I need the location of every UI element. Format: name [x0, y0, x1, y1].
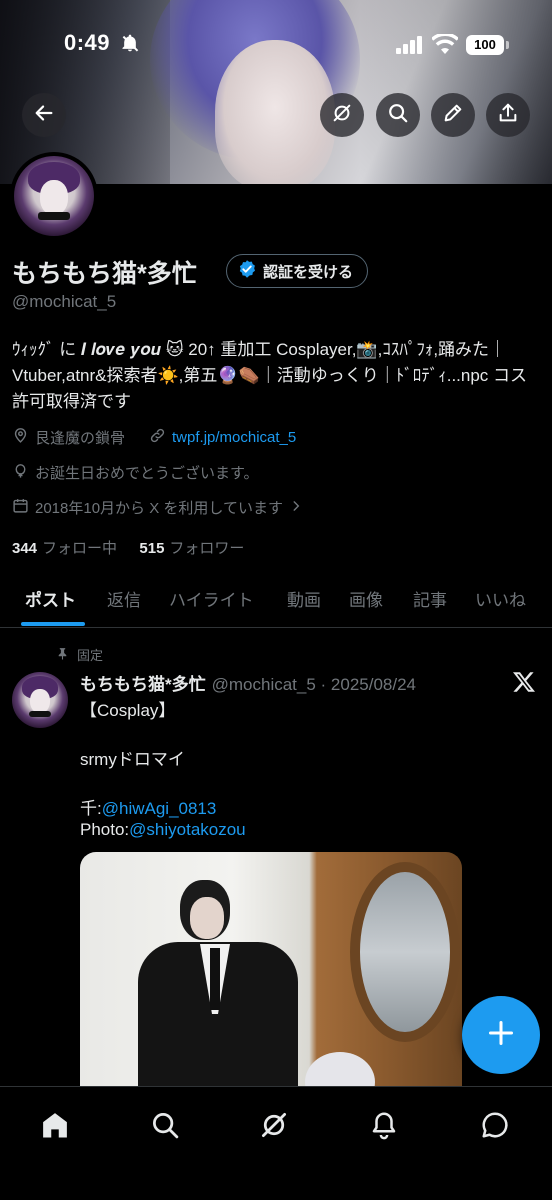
followers-count: 515: [139, 540, 165, 557]
back-button[interactable]: [22, 93, 66, 137]
mention-link[interactable]: @hiwAgi_0813: [102, 799, 217, 818]
post-author-meta: @mochicat_5 · 2025/08/24: [211, 675, 417, 694]
location-pin-icon: [12, 427, 29, 448]
bell-slash-icon: [120, 33, 140, 58]
nav-search[interactable]: [143, 1105, 187, 1149]
post-author-avatar[interactable]: [12, 672, 68, 728]
grok-icon: [259, 1110, 289, 1145]
post-credit-line: 千:@hiwAgi_0813: [80, 794, 216, 819]
grok-icon: [331, 102, 353, 129]
status-bar: 0:49 100: [0, 0, 552, 90]
mention-link[interactable]: @shiyotakozou: [129, 820, 246, 839]
nav-messages[interactable]: [473, 1105, 517, 1149]
compose-post-button[interactable]: [462, 996, 540, 1074]
profile-bio: ｳｨｯｸﾞ に 𝑰 𝒍𝒐𝒗𝒆 𝒚𝒐𝒖 🐱 20↑ 重加工 Cosplayer,📸…: [12, 340, 528, 411]
grok-button[interactable]: [320, 93, 364, 137]
plus-icon: [487, 1019, 515, 1052]
profile-birthday: お誕生日おめでとうございます。: [35, 465, 259, 482]
post-text-line: srmyドロマイ: [80, 750, 185, 769]
display-name: もちもち猫*多忙: [12, 260, 197, 288]
tab-likes[interactable]: いいね: [475, 586, 526, 611]
profile-avatar[interactable]: [10, 152, 98, 240]
profile-meta-birthday: お誕生日おめでとうございます。: [12, 462, 259, 483]
x-logo-icon: [512, 670, 536, 699]
pin-icon: [56, 647, 69, 663]
edit-pencil-icon: [442, 102, 464, 129]
bottom-navigation: [0, 1086, 552, 1200]
tab-videos[interactable]: 動画: [287, 586, 321, 611]
wifi-icon: [431, 32, 459, 59]
post-credit-line: Photo:@shiyotakozou: [80, 820, 246, 840]
pinned-label: 固定: [77, 648, 104, 663]
cellular-signal-icon: [396, 36, 424, 59]
share-icon: [497, 102, 519, 129]
profile-location: 艮逢魔の鎖骨: [35, 430, 126, 447]
post-media-image[interactable]: [80, 852, 462, 1102]
active-tab-indicator: [21, 622, 85, 626]
followers-link[interactable]: 515 フォロワー: [139, 540, 244, 557]
tab-highlights[interactable]: ハイライト: [169, 586, 254, 611]
share-button[interactable]: [486, 93, 530, 137]
following-label: フォロー中: [42, 540, 118, 557]
following-link[interactable]: 344 フォロー中: [12, 540, 117, 557]
nav-home[interactable]: [33, 1105, 77, 1149]
follow-stats: 344 フォロー中 515 フォロワー: [12, 537, 244, 558]
profile-meta-location-website: 艮逢魔の鎖骨 twpf.jp/mochicat_5: [12, 427, 296, 448]
battery-indicator: 100: [466, 35, 509, 55]
back-arrow-icon: [33, 102, 55, 129]
calendar-icon: [12, 497, 29, 518]
profile-website-link[interactable]: twpf.jp/mochicat_5: [172, 429, 296, 446]
tab-replies[interactable]: 返信: [107, 586, 141, 611]
search-icon: [150, 1110, 180, 1145]
notifications-bell-icon: [369, 1110, 399, 1145]
profile-joined-date: 2018年10月から X を利用しています: [35, 500, 283, 517]
profile-meta-joined[interactable]: 2018年10月から X を利用しています: [12, 497, 303, 518]
home-icon: [40, 1110, 70, 1145]
search-icon: [387, 102, 409, 129]
profile-tabs: ポスト 返信 ハイライト 動画 画像 記事 いいね: [0, 570, 552, 628]
post-header: もちもち猫*多忙 @mochicat_5 · 2025/08/24: [80, 670, 416, 695]
messages-icon: [480, 1110, 510, 1145]
chevron-right-icon: [289, 499, 303, 517]
get-verified-button[interactable]: 認証を受ける: [226, 254, 369, 288]
nav-notifications[interactable]: [362, 1105, 406, 1149]
user-handle: @mochicat_5: [12, 292, 117, 311]
search-button[interactable]: [376, 93, 420, 137]
edit-button[interactable]: [431, 93, 475, 137]
nav-grok[interactable]: [252, 1105, 296, 1149]
balloon-icon: [12, 462, 29, 483]
tab-media[interactable]: 画像: [349, 586, 383, 611]
followers-label: フォロワー: [169, 540, 245, 557]
following-count: 344: [12, 540, 38, 557]
tab-posts[interactable]: ポスト: [25, 586, 76, 611]
pinned-indicator: 固定: [56, 645, 103, 664]
post-credit-prefix: Photo:: [80, 820, 130, 839]
link-icon: [149, 427, 166, 448]
tab-articles[interactable]: 記事: [413, 586, 447, 611]
post-author-name[interactable]: もちもち猫*多忙: [80, 675, 206, 694]
post-credit-prefix: 千:: [80, 799, 102, 818]
status-time: 0:49: [64, 30, 111, 55]
verified-badge-icon: [237, 259, 257, 283]
post-text-line: 【Cosplay】: [80, 701, 176, 720]
get-verified-label: 認証を受ける: [263, 263, 354, 281]
